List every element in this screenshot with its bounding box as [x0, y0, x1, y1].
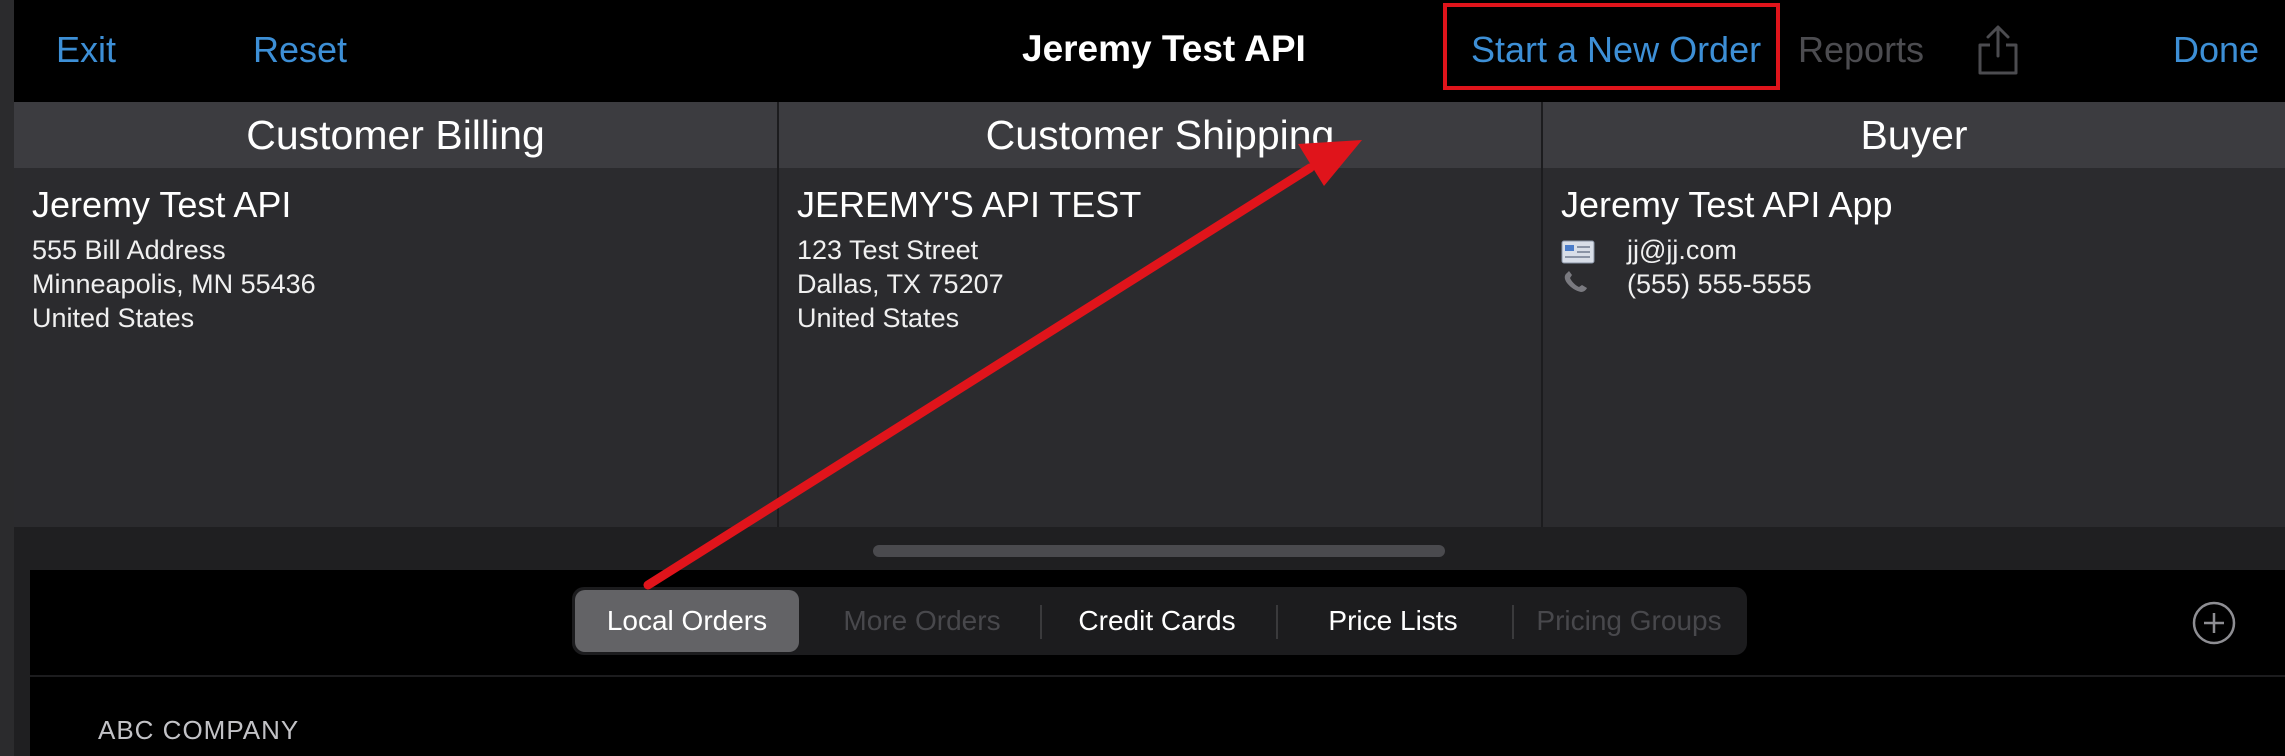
billing-address-line: 555 Bill Address — [32, 235, 226, 265]
buyer-column[interactable]: Buyer Jeremy Test API App jj@jj.com (555… — [1543, 102, 2285, 527]
buyer-name: Jeremy Test API App — [1561, 184, 1893, 225]
shipping-name: JEREMY'S API TEST — [797, 184, 1142, 225]
phone-icon — [1564, 271, 1587, 292]
buyer-phone[interactable]: (555) 555-5555 — [1627, 269, 1812, 300]
tab-local-orders[interactable]: Local Orders — [575, 590, 799, 652]
exit-button[interactable]: Exit — [56, 28, 116, 72]
done-button[interactable]: Done — [2173, 28, 2259, 72]
section-divider — [30, 675, 2285, 677]
billing-country-line: United States — [32, 303, 195, 333]
share-icon[interactable] — [1975, 24, 2021, 76]
list-item[interactable]: ABC COMPANY — [98, 715, 299, 746]
reports-button[interactable]: Reports — [1798, 28, 1924, 72]
billing-name: Jeremy Test API — [32, 184, 292, 225]
add-circle-icon[interactable] — [2192, 601, 2236, 645]
shipping-city-line: Dallas, TX 75207 — [797, 269, 1004, 299]
customer-shipping-header: Customer Shipping — [779, 102, 1541, 168]
shipping-address-line: 123 Test Street — [797, 235, 979, 265]
customer-billing-header: Customer Billing — [14, 102, 777, 168]
buyer-email[interactable]: jj@jj.com — [1627, 235, 1737, 266]
buyer-header: Buyer — [1543, 102, 2285, 168]
shipping-country-line: United States — [797, 303, 960, 333]
annotation-highlight-box — [1443, 3, 1780, 90]
customer-info-panel: Customer Billing Jeremy Test API 555 Bil… — [14, 102, 2285, 527]
segmented-control: Local Orders More Orders Credit Cards Pr… — [572, 587, 1747, 655]
left-edge-strip — [0, 0, 14, 756]
billing-city-line: Minneapolis, MN 55436 — [32, 269, 316, 299]
tab-credit-cards[interactable]: Credit Cards — [1042, 587, 1272, 655]
tab-more-orders[interactable]: More Orders — [807, 587, 1037, 655]
page-title: Jeremy Test API — [1022, 28, 1306, 69]
customer-billing-column[interactable]: Customer Billing Jeremy Test API 555 Bil… — [14, 102, 777, 527]
tab-pricing-groups[interactable]: Pricing Groups — [1514, 587, 1744, 655]
email-icon — [1561, 240, 1595, 264]
customer-shipping-column[interactable]: Customer Shipping JEREMY'S API TEST 123 … — [779, 102, 1541, 527]
scroll-handle[interactable] — [873, 545, 1445, 557]
tab-price-lists[interactable]: Price Lists — [1278, 587, 1508, 655]
reset-button[interactable]: Reset — [253, 28, 347, 72]
